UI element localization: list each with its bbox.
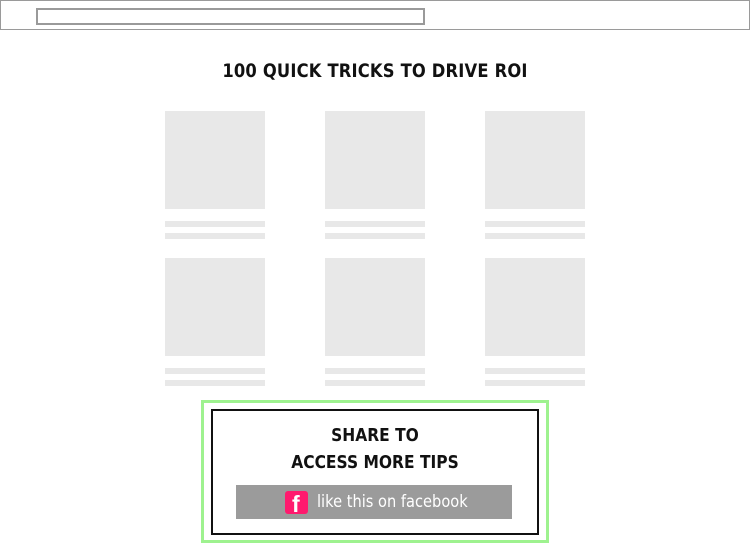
card-thumbnail — [485, 111, 585, 209]
facebook-icon: f — [285, 491, 308, 514]
share-heading-line: ACCESS MORE TIPS — [291, 452, 459, 473]
card-text-line — [165, 233, 265, 239]
card-text-line — [485, 368, 585, 374]
share-box: SHARE TO ACCESS MORE TIPS f like this on… — [211, 409, 539, 535]
address-bar[interactable] — [36, 8, 425, 25]
card-text-line — [325, 368, 425, 374]
card-text-line — [165, 221, 265, 227]
card-text-line — [165, 368, 265, 374]
card-text-line — [485, 233, 585, 239]
article-card[interactable] — [485, 258, 585, 386]
card-thumbnail — [165, 111, 265, 209]
card-text-line — [485, 221, 585, 227]
facebook-like-label: like this on facebook — [317, 492, 468, 512]
card-thumbnail — [325, 258, 425, 356]
article-card[interactable] — [165, 258, 265, 386]
card-text-line — [485, 380, 585, 386]
article-card[interactable] — [165, 111, 265, 239]
card-text-line — [325, 380, 425, 386]
facebook-like-button[interactable]: f like this on facebook — [236, 485, 512, 519]
page-title: 100 QUICK TRICKS TO DRIVE ROI — [222, 60, 528, 82]
card-text-line — [325, 221, 425, 227]
card-text-line — [325, 233, 425, 239]
card-thumbnail — [165, 258, 265, 356]
article-card[interactable] — [325, 111, 425, 239]
browser-toolbar — [0, 0, 750, 30]
article-card[interactable] — [485, 111, 585, 239]
share-heading-line: SHARE TO — [331, 425, 419, 446]
article-card[interactable] — [325, 258, 425, 386]
card-thumbnail — [485, 258, 585, 356]
share-heading: SHARE TO ACCESS MORE TIPS — [236, 422, 515, 476]
card-thumbnail — [325, 111, 425, 209]
share-highlight-frame: SHARE TO ACCESS MORE TIPS f like this on… — [201, 400, 549, 543]
card-text-line — [165, 380, 265, 386]
